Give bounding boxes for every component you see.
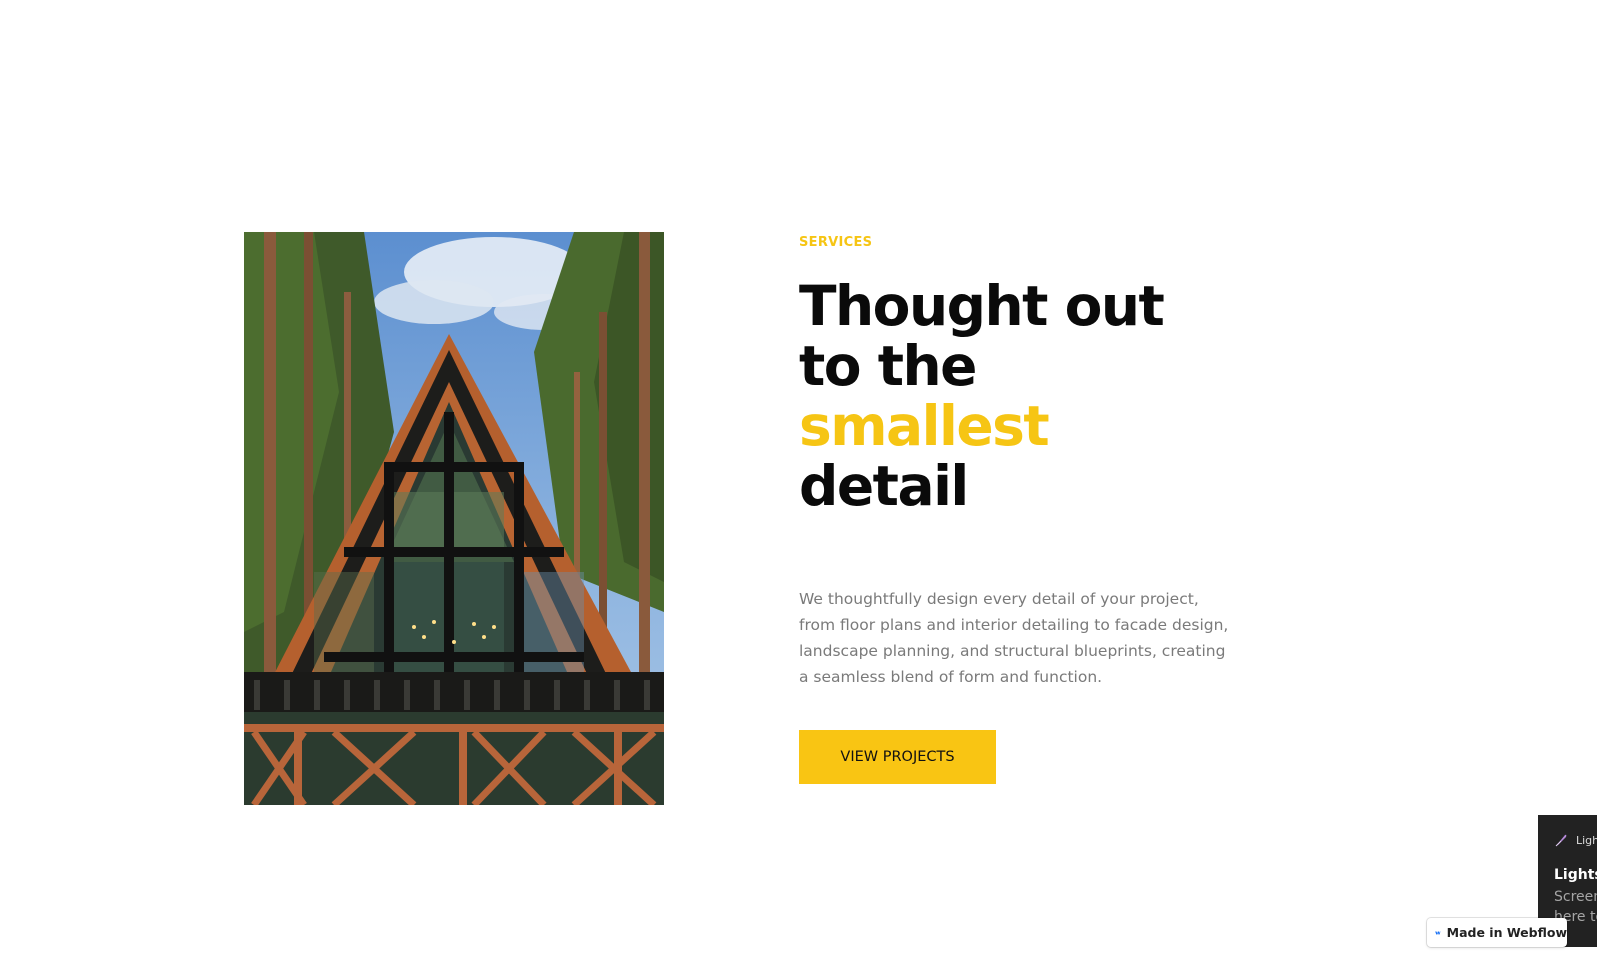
headline-highlight: smallest: [799, 394, 1050, 458]
cabin-illustration: [244, 232, 664, 805]
services-content: SERVICES Thought out to the smallest det…: [799, 232, 1239, 784]
section-headline: Thought out to the smallest detail: [799, 276, 1239, 516]
lightshot-title: Lightshot: [1554, 867, 1597, 883]
lightshot-body-line-1: Screenshot saved: [1554, 889, 1597, 905]
lightshot-app-name: Lightshot: [1576, 833, 1597, 847]
section-eyebrow: SERVICES: [799, 235, 873, 250]
feather-icon: [1555, 834, 1567, 847]
view-projects-button[interactable]: VIEW PROJECTS: [799, 730, 996, 784]
page: SERVICES Thought out to the smallest det…: [0, 0, 1597, 954]
webflow-logo-icon: [1435, 930, 1441, 935]
headline-line-1: Thought out: [799, 274, 1165, 338]
section-description: We thoughtfully design every detail of y…: [799, 590, 1229, 686]
headline-line-4: detail: [799, 454, 969, 518]
made-in-webflow-badge[interactable]: Made in Webflow: [1427, 918, 1567, 947]
cabin-photo: [244, 232, 664, 805]
lightshot-header: Lightshot: [1554, 833, 1597, 847]
headline-line-2: to the: [799, 334, 977, 398]
webflow-badge-label: Made in Webflow: [1446, 925, 1567, 940]
